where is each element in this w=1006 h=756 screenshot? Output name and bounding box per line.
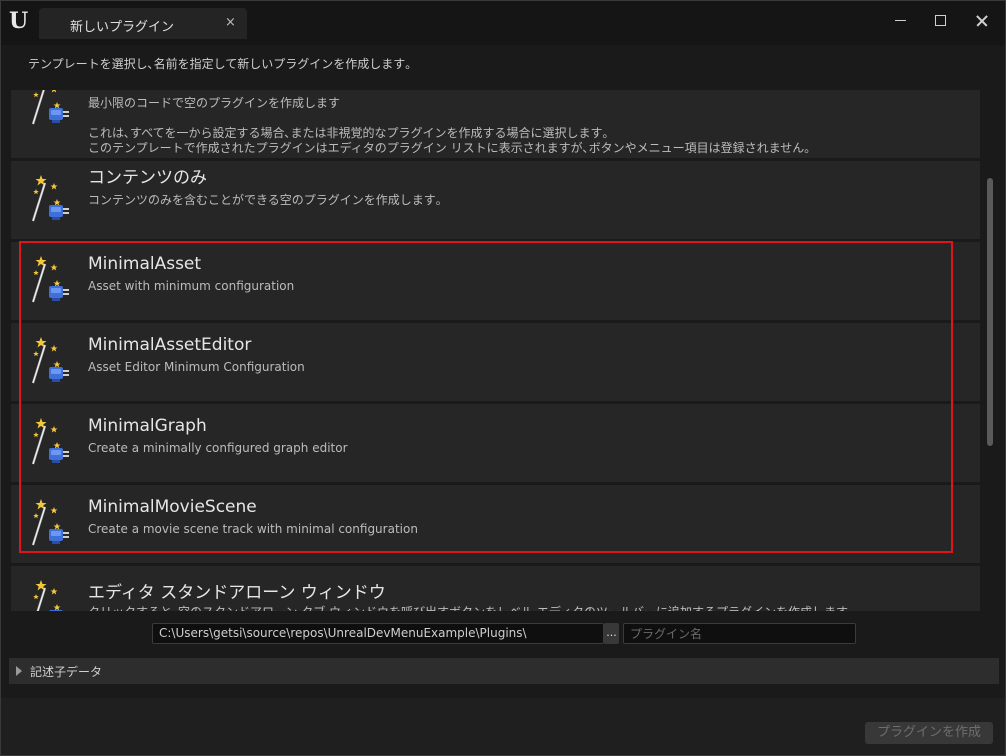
expand-arrow-icon[interactable] [16, 666, 22, 676]
maximize-button[interactable] [929, 9, 953, 33]
template-description: Create a minimally configured graph edit… [88, 441, 348, 455]
new-plugin-window: U 新しいプラグイン × テンプレートを選択し､名前を指定して新しいプラグインを… [0, 0, 1006, 756]
minimize-button[interactable] [889, 9, 913, 33]
plugin-wand-icon [31, 90, 71, 126]
descriptor-data-label: 記述子データ [30, 665, 103, 679]
template-title: コンテンツのみ [88, 168, 207, 188]
template-title: MinimalAssetEditor [88, 335, 252, 355]
tab-close-icon[interactable]: × [225, 15, 236, 30]
plugin-wand-icon [31, 254, 71, 304]
template-description: Create a movie scene track with minimal … [88, 522, 418, 536]
window-description: テンプレートを選択し､名前を指定して新しいプラグインを作成します｡ [28, 57, 412, 71]
tab-title: 新しいプラグイン [70, 20, 175, 35]
template-list: 最小限のコードで空のプラグインを作成します これは､すべてを一から設定する場合､… [11, 90, 982, 611]
template-item-minimal-movie-scene[interactable]: MinimalMovieScene Create a movie scene t… [11, 485, 980, 563]
scrollbar-thumb[interactable] [987, 178, 993, 446]
plugin-wand-icon [31, 416, 71, 466]
plugin-wand-icon [31, 335, 71, 385]
template-title: MinimalMovieScene [88, 497, 257, 517]
template-detail: このテンプレートで作成されたプラグインはエディタのプラグイン リストに表示されま… [88, 141, 811, 155]
window-tab[interactable]: 新しいプラグイン × [39, 8, 247, 39]
footer: プラグインを作成 [1, 698, 1005, 755]
title-bar: U 新しいプラグイン × [1, 1, 1005, 45]
template-item-minimal-asset-editor[interactable]: MinimalAssetEditor Asset Editor Minimum … [11, 323, 980, 401]
template-description: Asset with minimum configuration [88, 279, 295, 293]
close-window-button[interactable] [971, 9, 995, 33]
template-item-blank[interactable]: 最小限のコードで空のプラグインを作成します これは､すべてを一から設定する場合､… [11, 90, 980, 158]
descriptor-data-section[interactable]: 記述子データ [9, 658, 999, 684]
template-description: 最小限のコードで空のプラグインを作成します [88, 96, 341, 110]
template-title: MinimalGraph [88, 416, 207, 436]
plugin-name-input[interactable] [623, 623, 856, 644]
template-item-editor-standalone-window[interactable]: エディタ スタンドアローン ウィンドウ クリックすると､空のスタンドアローン タ… [11, 566, 980, 611]
template-item-minimal-asset[interactable]: MinimalAsset Asset with minimum configur… [11, 242, 980, 320]
unreal-logo-icon: U [9, 8, 29, 34]
template-description: コンテンツのみを含むことができる空のプラグインを作成します｡ [88, 193, 442, 207]
template-item-content-only[interactable]: コンテンツのみ コンテンツのみを含むことができる空のプラグインを作成します｡ [11, 161, 980, 239]
plugin-wand-icon [31, 578, 71, 611]
template-item-minimal-graph[interactable]: MinimalGraph Create a minimally configur… [11, 404, 980, 482]
plugin-path-field[interactable]: C:\Users\getsi\source\repos\UnrealDevMen… [152, 623, 604, 644]
template-list-scrollbar[interactable] [985, 91, 995, 611]
template-description: クリックすると､空のスタンドアローン タブ ウィンドウを呼び出すボタンをレベル … [88, 603, 854, 611]
template-title: エディタ スタンドアローン ウィンドウ [88, 583, 386, 603]
plugin-wand-icon [31, 173, 71, 223]
template-title: MinimalAsset [88, 254, 202, 274]
plugin-wand-icon [31, 497, 71, 547]
template-description: Asset Editor Minimum Configuration [88, 360, 305, 374]
create-plugin-button[interactable]: プラグインを作成 [865, 722, 993, 744]
browse-path-button[interactable]: ... [604, 623, 619, 644]
